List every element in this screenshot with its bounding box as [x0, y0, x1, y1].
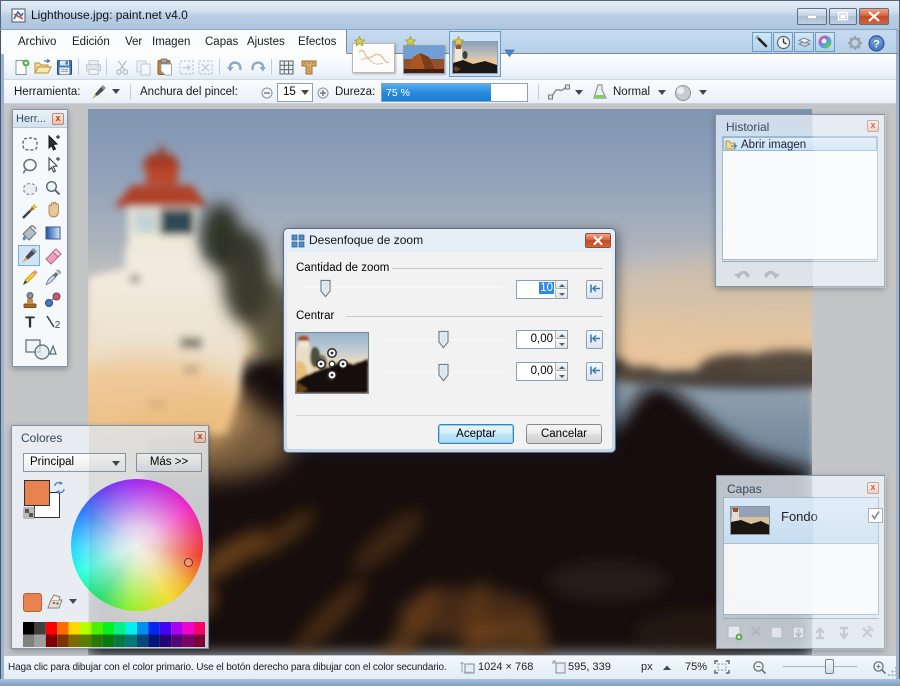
- svg-text:T: T: [25, 315, 35, 332]
- svg-text:?: ?: [873, 39, 880, 51]
- svg-text:2: 2: [55, 320, 61, 331]
